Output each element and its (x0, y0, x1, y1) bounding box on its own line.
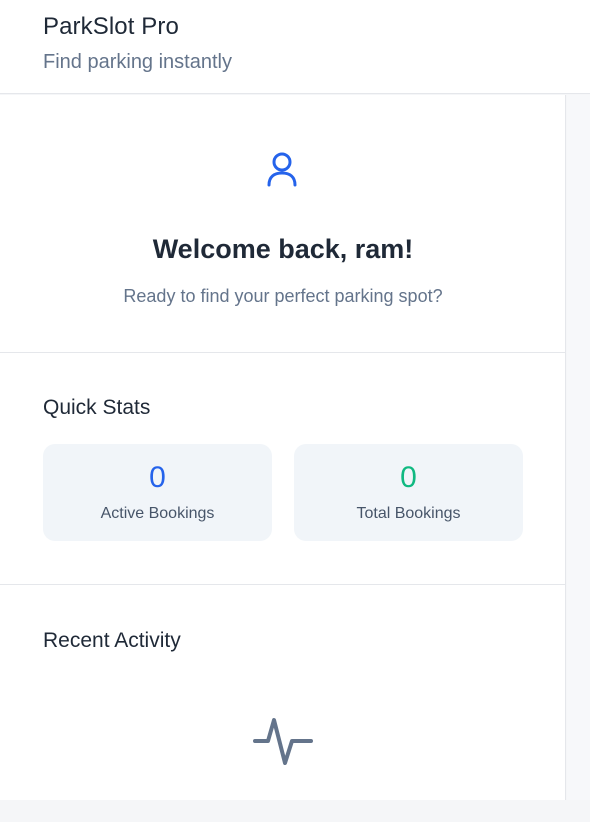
total-bookings-card: 0 Total Bookings (294, 444, 523, 541)
recent-activity-title: Recent Activity (43, 629, 181, 652)
quick-stats-section: Quick Stats 0 Active Bookings 0 Total Bo… (0, 353, 565, 585)
dashboard-panel: Welcome back, ram! Ready to find your pe… (0, 95, 566, 800)
activity-pulse-icon (253, 718, 313, 765)
welcome-section: Welcome back, ram! Ready to find your pe… (0, 95, 565, 353)
welcome-subtitle: Ready to find your perfect parking spot? (123, 286, 443, 306)
app-title: ParkSlot Pro (43, 13, 179, 40)
bottom-page-strip (0, 800, 590, 822)
total-bookings-value: 0 (400, 461, 417, 494)
app-header: ParkSlot Pro Find parking instantly (0, 0, 590, 94)
app-subtitle: Find parking instantly (43, 51, 232, 73)
welcome-title: Welcome back, ram! (152, 234, 414, 264)
right-side-rail (567, 95, 590, 800)
quick-stats-title: Quick Stats (43, 396, 151, 419)
total-bookings-label: Total Bookings (356, 505, 461, 522)
app-window: ParkSlot Pro Find parking instantly Welc… (0, 0, 590, 822)
user-icon (267, 152, 297, 187)
active-bookings-card: 0 Active Bookings (43, 444, 272, 541)
active-bookings-label: Active Bookings (100, 505, 215, 522)
active-bookings-value: 0 (149, 461, 166, 494)
recent-activity-section: Recent Activity (0, 585, 565, 800)
